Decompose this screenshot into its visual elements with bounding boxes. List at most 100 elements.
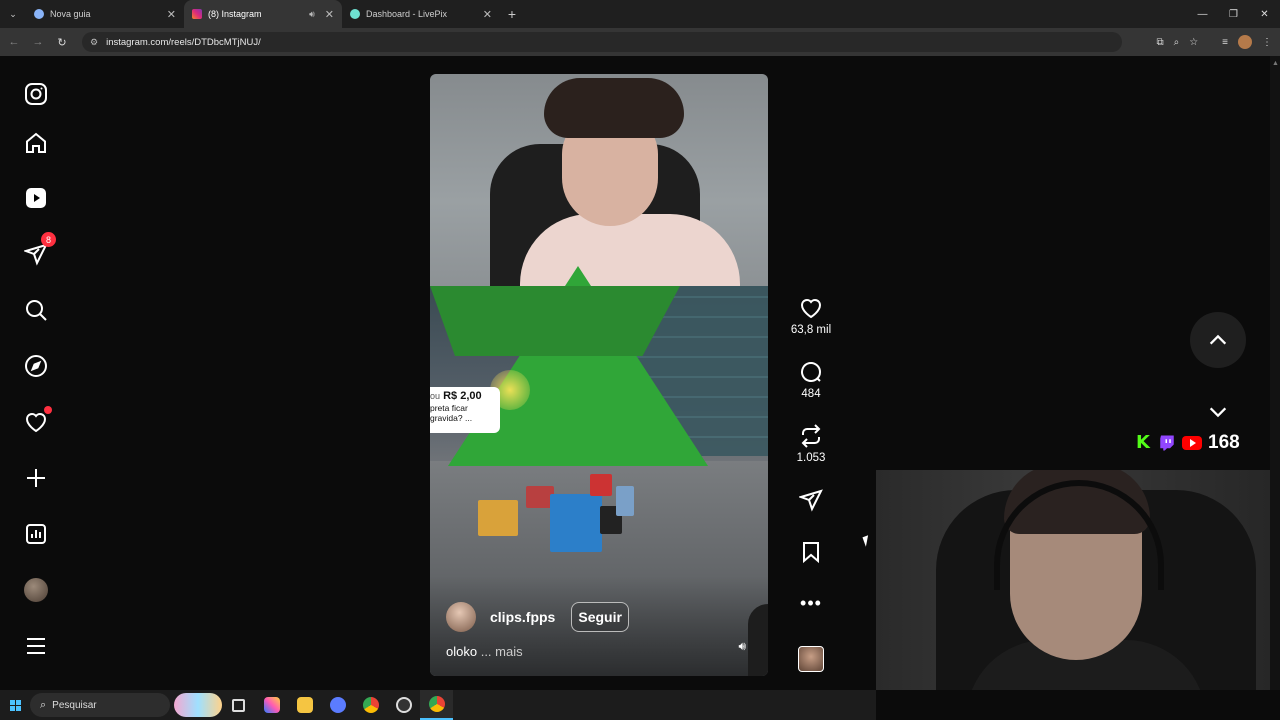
author-avatar[interactable] [446,602,476,632]
taskbar-search[interactable]: ⌕ Pesquisar [30,693,170,717]
profile-avatar[interactable] [1238,35,1252,49]
hair-shape [544,78,684,138]
file-explorer-button[interactable] [288,690,321,720]
profile-avatar[interactable] [22,576,50,604]
reposts-count: 1.053 [796,452,826,464]
like-action: 63,8 mil [786,296,836,336]
notifications-heart-icon[interactable] [22,406,52,436]
minimize-icon[interactable]: — [1187,0,1218,28]
tab-livepix[interactable]: Dashboard - LivePix ✕ [342,0,500,28]
share-icon[interactable] [799,488,823,512]
create-plus-icon[interactable] [22,464,50,492]
twitch-icon [1160,435,1174,451]
address-bar: ← → ↻ ⚙ instagram.com/reels/DTDbcMTjNUJ/… [0,28,1280,56]
gift-shape [616,486,634,516]
install-app-icon[interactable]: ⧉ [1156,37,1163,48]
close-icon[interactable]: ✕ [325,8,334,21]
search-highlight-image[interactable] [174,693,222,717]
new-tab-button[interactable]: + [500,6,524,22]
back-icon[interactable]: ← [2,36,26,48]
reels-icon[interactable] [22,184,50,212]
speaker-icon[interactable]: 🔊︎ [309,9,315,20]
zoom-icon[interactable]: ⌕ [1174,37,1180,48]
obs-button[interactable] [387,690,420,720]
more-options-icon[interactable]: ••• [800,593,822,613]
task-view-icon [232,698,245,712]
gift-shape [478,500,518,536]
dashboard-icon[interactable] [22,520,50,548]
chrome-icon [428,696,445,712]
reload-icon[interactable]: ↻ [50,36,74,49]
caption-text: oloko [446,644,478,659]
start-button[interactable] [0,690,30,720]
toolbar-icons: ⧉ ⌕ ☆ ≡ ⋮ [1156,28,1272,56]
folder-icon [296,697,313,713]
kick-icon: K [1136,432,1150,453]
forward-icon[interactable]: → [26,36,50,48]
bookmark-icon[interactable] [799,540,823,564]
more-menu-icon[interactable] [22,632,50,660]
restore-icon[interactable]: ❐ [1218,0,1249,28]
task-view-button[interactable] [222,690,255,720]
reel-author: clips.fpps Seguir [446,602,629,632]
volume-icon[interactable]: 🔊︎ [738,639,746,654]
instagram-logo-icon[interactable] [22,80,50,108]
reel-caption: oloko ... mais [446,644,523,659]
heart-icon[interactable] [799,296,823,320]
messages-icon[interactable]: 8 [22,232,56,268]
bookmark-star-icon[interactable]: ☆ [1189,37,1198,48]
home-icon[interactable] [22,129,50,157]
tab-instagram[interactable]: (8) Instagram 🔊︎ ✕ [184,0,342,28]
search-placeholder: Pesquisar [52,699,97,711]
tab-search-button[interactable]: ⌄ [0,0,26,28]
reel-video[interactable]: ou R$ 2,00 preta ficar gravida? ... clip… [430,74,768,676]
scroll-up-arrow-icon[interactable]: ▲ [1272,60,1279,67]
page-scrollbar[interactable]: ▲ [1270,56,1280,690]
author-name[interactable]: clips.fpps [490,609,555,625]
menu-icon[interactable]: ⋮ [1262,37,1272,48]
caption-more-link[interactable]: ... mais [481,644,523,659]
search-icon: ⌕ [40,698,47,711]
copilot-icon [263,697,280,713]
close-icon[interactable]: ✕ [483,8,492,21]
previous-reel-button[interactable] [1190,312,1246,368]
tab-nova-guia[interactable]: Nova guia ✕ [26,0,184,28]
donation-alert: ou R$ 2,00 preta ficar gravida? ... [430,387,500,433]
streamer-cam-area [430,74,768,294]
taskbar: ⌕ Pesquisar [0,690,876,720]
close-icon[interactable]: ✕ [167,8,176,21]
copilot-button[interactable] [255,690,288,720]
site-info-icon[interactable]: ⚙ [90,37,98,48]
close-window-icon[interactable]: ✕ [1249,0,1280,28]
youtube-icon [1182,436,1202,450]
repost-icon[interactable] [799,424,823,448]
follow-button[interactable]: Seguir [571,602,629,632]
donation-amount-line: ou R$ 2,00 [430,391,500,402]
chrome-icon [362,697,379,713]
tab-bar: ⌄ Nova guia ✕ (8) Instagram 🔊︎ ✕ Dashboa… [0,0,1280,28]
tree-top-shape [430,286,680,356]
viewer-counter: K 168 [1136,432,1240,454]
explore-icon[interactable] [22,352,50,380]
audio-thumbnail[interactable] [798,646,824,672]
url-field[interactable]: ⚙ instagram.com/reels/DTDbcMTjNUJ/ [82,32,1122,52]
search-icon[interactable] [22,296,50,324]
chrome-active-button[interactable] [420,690,453,720]
gift-shape [550,494,602,552]
comments-count: 484 [801,388,821,400]
sidebar: 8 [0,56,72,690]
chevron-up-icon [1209,334,1227,345]
media-control-icon[interactable]: ≡ [1222,37,1228,48]
chrome-button[interactable] [354,690,387,720]
comment-icon[interactable] [799,360,823,384]
gift-shape [590,474,612,496]
app-button[interactable] [321,690,354,720]
tab-title: Dashboard - LivePix [366,9,448,19]
likes-count: 63,8 mil [790,324,832,336]
messages-badge: 8 [41,232,56,247]
share-action [786,488,836,512]
notification-dot [44,406,52,414]
chevron-down-icon [1209,407,1227,418]
save-action [786,540,836,564]
livepix-icon [350,9,360,19]
